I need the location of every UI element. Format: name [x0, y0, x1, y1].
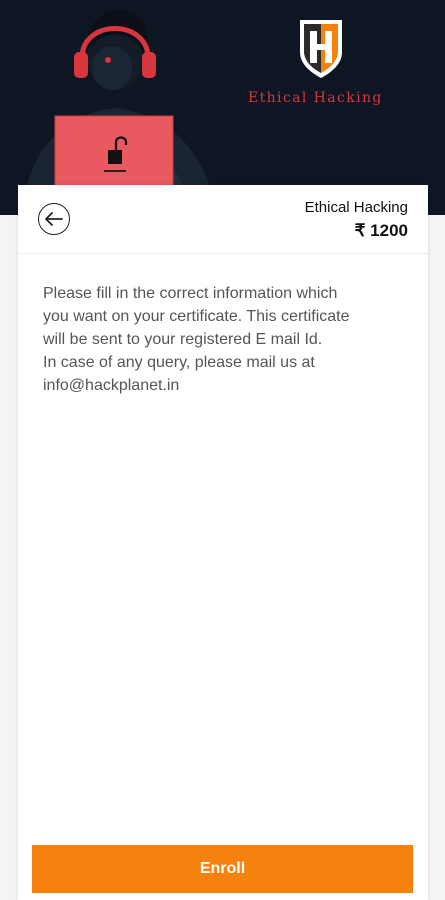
course-title: Ethical Hacking [304, 199, 408, 216]
course-price: ₹ 1200 [354, 221, 408, 240]
hacker-illustration [20, 10, 218, 215]
certificate-card: Ethical Hacking ₹ 1200 Please fill in th… [18, 185, 428, 900]
enroll-button[interactable]: Enroll [32, 845, 413, 893]
info-line: Please fill in the correct information w… [43, 285, 338, 302]
hero-banner: Ethical Hacking [0, 0, 445, 215]
certificate-info-text: Please fill in the correct information w… [43, 282, 413, 397]
back-button[interactable] [38, 203, 70, 235]
brand-title: Ethical Hacking [248, 90, 383, 106]
support-email: info@hackplanet.in [43, 377, 180, 394]
arrow-left-icon [45, 212, 63, 226]
info-line: will be sent to your registered E mail I… [43, 331, 323, 348]
info-line: you want on your certificate. This certi… [43, 308, 350, 325]
shield-h-logo-icon [300, 20, 342, 78]
card-header: Ethical Hacking ₹ 1200 [18, 185, 428, 254]
info-line: In case of any query, please mail us at [43, 354, 315, 371]
